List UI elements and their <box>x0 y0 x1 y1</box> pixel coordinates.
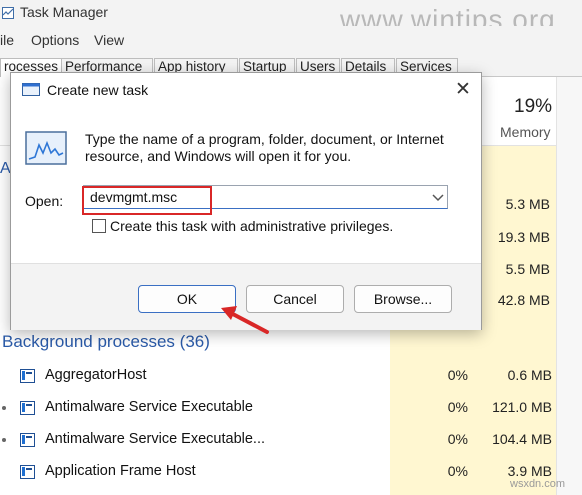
process-icon <box>20 465 35 479</box>
expand-arrow-icon[interactable] <box>2 406 6 410</box>
dialog-description: Type the name of a program, folder, docu… <box>85 131 444 164</box>
app-memory-value: 5.5 MB <box>505 261 550 277</box>
menu-view[interactable]: View <box>94 32 124 48</box>
process-cpu: 0% <box>447 431 468 447</box>
chevron-down-icon[interactable] <box>429 186 447 208</box>
run-dialog-icon <box>22 83 40 96</box>
app-memory-value: 42.8 MB <box>497 292 550 308</box>
memory-percent: 19% <box>514 96 553 117</box>
process-memory: 0.6 MB <box>507 367 552 383</box>
table-row[interactable]: Antimalware Service Executable 0% 121.0 … <box>0 393 556 425</box>
table-row[interactable]: Antimalware Service Executable... 0% 104… <box>0 425 556 457</box>
process-name: AggregatorHost <box>45 367 147 383</box>
process-icon <box>20 433 35 447</box>
table-row[interactable]: AggregatorHost 0% 0.6 MB <box>0 361 556 393</box>
process-icon <box>20 401 35 415</box>
background-processes-header: Background processes (36) <box>2 332 210 351</box>
task-manager-title: Task Manager <box>20 4 108 20</box>
process-cpu: 0% <box>447 367 468 383</box>
scrollbar[interactable] <box>556 77 582 495</box>
menu-options[interactable]: Options <box>31 32 79 48</box>
menu-file[interactable]: ile <box>0 32 14 48</box>
watermark-text: wsxdn.com <box>510 478 566 490</box>
process-memory: 3.9 MB <box>507 463 552 479</box>
task-manager-app-icon <box>2 6 14 19</box>
highlight-box <box>82 186 212 215</box>
process-cpu: 0% <box>447 463 468 479</box>
process-memory: 121.0 MB <box>492 399 552 415</box>
admin-privileges-checkbox[interactable] <box>92 219 106 233</box>
admin-privileges-label: Create this task with administrative pri… <box>110 218 394 234</box>
arrow-pointer-icon <box>215 296 275 341</box>
process-name: Antimalware Service Executable... <box>45 431 266 447</box>
table-row[interactable]: Application Frame Host 0% 3.9 MB <box>0 457 556 489</box>
process-cpu: 0% <box>447 399 468 415</box>
process-icon <box>20 369 35 383</box>
menu-bar: ile Options View <box>0 26 582 52</box>
dialog-title: Create new task <box>47 82 149 98</box>
browse-button[interactable]: Browse... <box>354 285 452 313</box>
process-name: Application Frame Host <box>45 463 196 479</box>
expand-arrow-icon[interactable] <box>2 438 6 442</box>
app-memory-value: 19.3 MB <box>497 229 550 245</box>
process-name: Antimalware Service Executable <box>45 399 253 415</box>
run-dialog-icon <box>25 131 67 165</box>
create-new-task-dialog: Create new task ✕ Type the name of a pro… <box>10 72 482 330</box>
app-memory-value: 5.3 MB <box>505 196 550 212</box>
open-label: Open: <box>25 193 64 209</box>
process-memory: 104.4 MB <box>492 431 552 447</box>
memory-label: Memory <box>500 124 551 140</box>
close-icon[interactable]: ✕ <box>451 78 475 102</box>
